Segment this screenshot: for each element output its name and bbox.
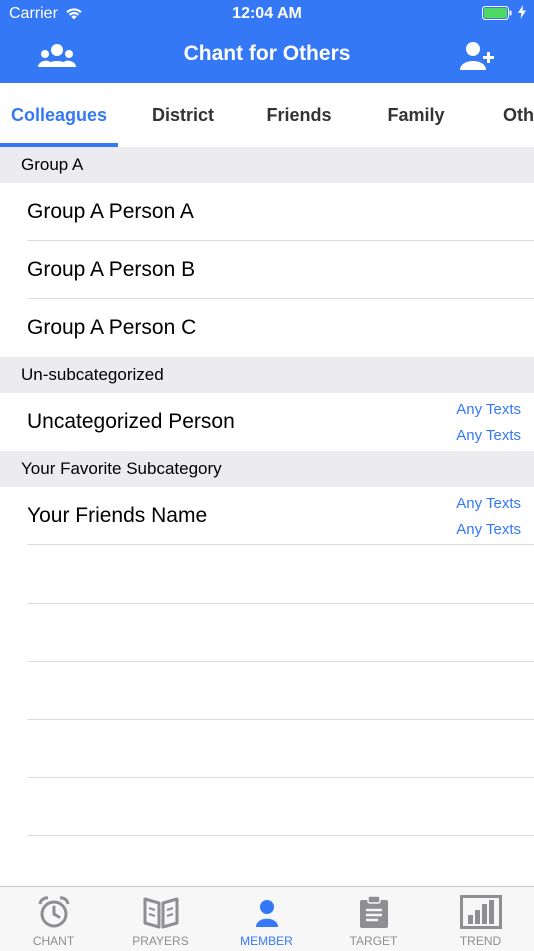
row-divider bbox=[27, 544, 534, 545]
empty-row-divider bbox=[27, 835, 534, 836]
tabbar-item-prayers[interactable]: PRAYERS bbox=[107, 887, 214, 951]
tabbar-label: TREND bbox=[459, 934, 502, 948]
tabbar-label: MEMBER bbox=[240, 934, 293, 948]
empty-row-divider bbox=[27, 603, 534, 604]
list-item-detail: Any Texts bbox=[456, 495, 521, 512]
empty-row-divider bbox=[27, 777, 534, 778]
tab-district[interactable]: District bbox=[118, 83, 248, 147]
empty-row-divider bbox=[27, 661, 534, 662]
alarm-clock-icon bbox=[37, 895, 71, 934]
list-item[interactable]: Your Friends Name Any Texts Any Texts bbox=[0, 487, 534, 545]
status-time: 12:04 AM bbox=[232, 5, 302, 22]
list-item-label: Group A Person C bbox=[27, 316, 197, 339]
tabbar-label: PRAYERS bbox=[132, 934, 189, 948]
bar-chart-icon bbox=[459, 895, 502, 934]
person-icon bbox=[252, 895, 282, 934]
bottom-tab-bar: CHANT PRAYERS MEMBER TARGET TREND bbox=[0, 886, 534, 951]
charging-icon bbox=[518, 5, 526, 24]
list-item-label: Group A Person B bbox=[27, 258, 196, 281]
tab-colleagues[interactable]: Colleagues bbox=[0, 83, 118, 147]
section-header-favorite: Your Favorite Subcategory bbox=[0, 451, 534, 487]
clipboard-icon bbox=[358, 895, 390, 934]
list-item[interactable]: Group A Person C bbox=[0, 299, 534, 357]
list-item-detail: Any Texts bbox=[456, 427, 521, 444]
tabbar-item-trend[interactable]: TREND bbox=[427, 887, 534, 951]
book-icon bbox=[143, 895, 179, 934]
tabbar-item-chant[interactable]: CHANT bbox=[0, 887, 107, 951]
status-bar: Carrier 12:04 AM bbox=[0, 0, 534, 28]
tabbar-label: TARGET bbox=[349, 934, 398, 948]
list-item[interactable]: Group A Person A bbox=[0, 183, 534, 241]
tab-others[interactable]: Oth bbox=[503, 83, 534, 147]
add-person-icon[interactable] bbox=[460, 40, 494, 72]
list-item[interactable]: Uncategorized Person Any Texts Any Texts bbox=[0, 393, 534, 451]
tab-friends[interactable]: Friends bbox=[240, 83, 358, 147]
page-title: Chant for Others bbox=[183, 42, 351, 65]
section-header-unsubcategorized: Un-subcategorized bbox=[0, 357, 534, 393]
section-header-group-a: Group A bbox=[0, 147, 534, 183]
list-item[interactable]: Group A Person B bbox=[0, 241, 534, 299]
list-item-label: Your Friends Name bbox=[27, 504, 208, 527]
list-item-detail: Any Texts bbox=[456, 521, 521, 538]
tabbar-item-target[interactable]: TARGET bbox=[320, 887, 427, 951]
empty-row-divider bbox=[27, 719, 534, 720]
battery-icon bbox=[482, 6, 512, 20]
tab-family[interactable]: Family bbox=[357, 83, 475, 147]
list-item-label: Uncategorized Person bbox=[27, 410, 235, 433]
list-item-label: Group A Person A bbox=[27, 200, 194, 223]
tabbar-label: CHANT bbox=[32, 934, 75, 948]
list-item-detail: Any Texts bbox=[456, 401, 521, 418]
tabbar-item-member[interactable]: MEMBER bbox=[213, 887, 320, 951]
category-tabs: Colleagues District Friends Family Oth bbox=[0, 83, 534, 147]
navigation-header: Carrier 12:04 AM Chant for Others bbox=[0, 0, 534, 83]
